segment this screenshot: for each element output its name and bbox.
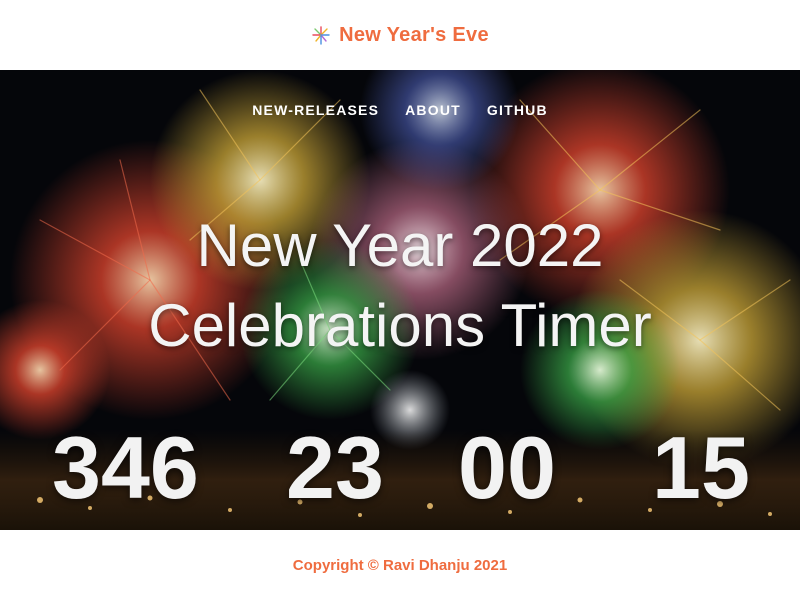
brand-link[interactable]: New Year's Eve [311, 24, 489, 47]
nav-about[interactable]: ABOUT [405, 102, 461, 118]
countdown-minutes: 00 [458, 418, 556, 517]
hero-section: NEW-RELEASES ABOUT GITHUB New Year 2022 … [0, 70, 800, 530]
main-nav: NEW-RELEASES ABOUT GITHUB [0, 102, 800, 118]
hero-title-line2: Celebrations Timer [148, 292, 652, 359]
nav-github[interactable]: GITHUB [487, 102, 548, 118]
nav-new-releases[interactable]: NEW-RELEASES [252, 102, 379, 118]
site-header: New Year's Eve [0, 0, 800, 70]
hero-title: New Year 2022 Celebrations Timer [0, 206, 800, 366]
countdown-timer: 346 23 00 15 [0, 418, 800, 518]
countdown-days: 346 [52, 418, 199, 517]
countdown-hours: 23 [286, 418, 384, 517]
fireworks-icon [312, 26, 330, 45]
copyright-text: Copyright © Ravi Dhanju 2021 [292, 556, 508, 574]
hero-title-line1: New Year 2022 [196, 212, 604, 279]
site-title: New Year's Eve [339, 23, 489, 46]
countdown-seconds: 15 [652, 418, 750, 517]
site-footer: Copyright © Ravi Dhanju 2021 [0, 530, 800, 600]
